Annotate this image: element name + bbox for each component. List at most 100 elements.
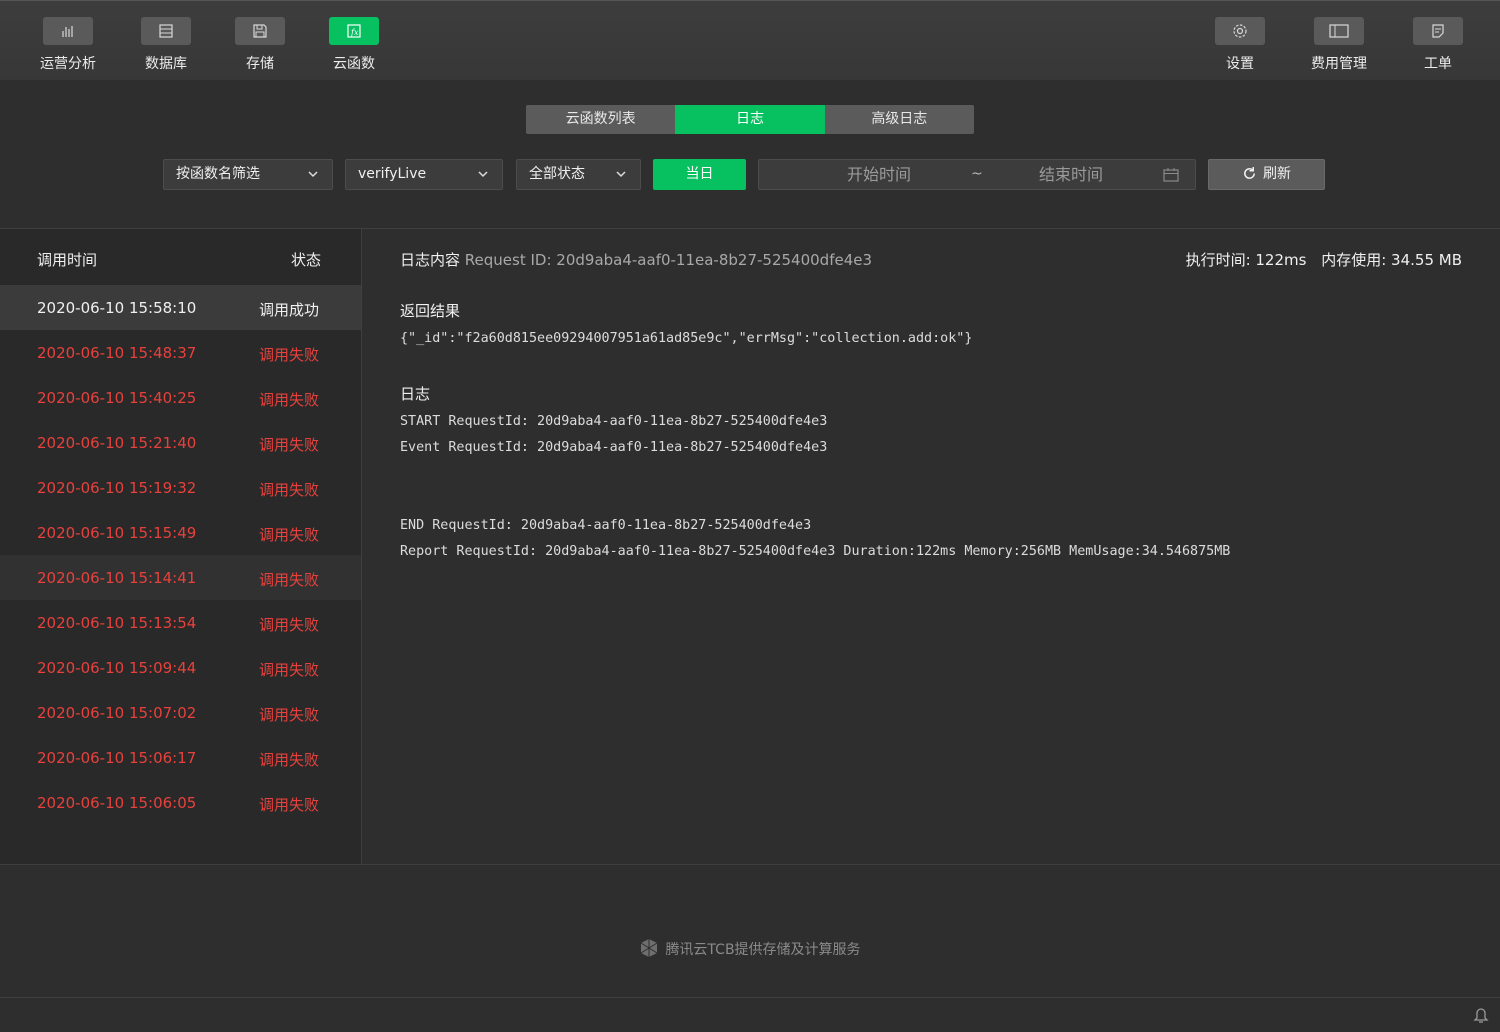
toolbar-settings-button[interactable]: 设置 bbox=[1190, 17, 1290, 73]
status-select[interactable]: 全部状态 bbox=[516, 159, 641, 190]
floppy-disk-icon bbox=[235, 17, 285, 45]
invoke-time: 2020-06-10 15:07:02 bbox=[37, 704, 197, 722]
log-section-title: 日志 bbox=[400, 385, 431, 403]
log-title-label: 日志内容 bbox=[400, 251, 461, 269]
toolbar-label: 运营分析 bbox=[40, 56, 96, 72]
tab-function-list[interactable]: 云函数列表 bbox=[526, 105, 676, 134]
refresh-label: 刷新 bbox=[1263, 166, 1291, 182]
header-status: 状态 bbox=[291, 251, 322, 269]
invoke-status: 调用失败 bbox=[259, 571, 320, 589]
tencent-cloud-logo-icon bbox=[641, 939, 658, 957]
list-item[interactable]: 2020-06-10 15:48:37 调用失败 bbox=[0, 330, 361, 375]
today-button[interactable]: 当日 bbox=[653, 159, 746, 190]
list-item[interactable]: 2020-06-10 15:14:41 调用失败 bbox=[0, 555, 361, 600]
invoke-time: 2020-06-10 15:14:41 bbox=[37, 569, 197, 587]
refresh-icon bbox=[1244, 166, 1255, 179]
tab-advanced-logs[interactable]: 高级日志 bbox=[824, 105, 974, 134]
list-item[interactable]: 2020-06-10 15:06:17 调用失败 bbox=[0, 735, 361, 780]
toolbar-analytics-button[interactable]: 运营分析 bbox=[18, 17, 118, 73]
function-icon: fx bbox=[329, 17, 379, 45]
top-toolbar: 运营分析 数据库 存储 fx 云函数 设置 费用管理 工单 bbox=[0, 0, 1500, 80]
list-item[interactable]: 2020-06-10 15:06:05 调用失败 bbox=[0, 780, 361, 825]
function-name-select[interactable]: verifyLive bbox=[345, 159, 503, 190]
invoke-status: 调用失败 bbox=[259, 391, 320, 409]
invoke-time: 2020-06-10 15:19:32 bbox=[37, 479, 197, 497]
invoke-status: 调用失败 bbox=[259, 616, 320, 634]
divider bbox=[0, 864, 1500, 865]
toolbar-storage-button[interactable]: 存储 bbox=[210, 17, 310, 73]
chevron-down-icon bbox=[308, 171, 318, 178]
memory-usage: 内存使用: 34.55 MB bbox=[1321, 251, 1462, 269]
list-header: 调用时间 状态 bbox=[0, 229, 361, 285]
invoke-status: 调用失败 bbox=[259, 346, 320, 364]
toolbar-label: 存储 bbox=[246, 56, 274, 72]
toolbar-ticket-button[interactable]: 工单 bbox=[1388, 17, 1488, 73]
database-icon bbox=[141, 17, 191, 45]
date-range-picker[interactable]: 开始时间 ~ 结束时间 bbox=[758, 159, 1196, 190]
refresh-button[interactable]: 刷新 bbox=[1208, 159, 1325, 190]
calendar-icon bbox=[1163, 168, 1179, 182]
billing-icon bbox=[1314, 17, 1364, 45]
gear-icon bbox=[1215, 17, 1265, 45]
invoke-time: 2020-06-10 15:06:17 bbox=[37, 749, 197, 767]
invoke-time: 2020-06-10 15:58:10 bbox=[37, 299, 197, 317]
list-item[interactable]: 2020-06-10 15:58:10 调用成功 bbox=[0, 285, 361, 330]
invocation-list: 调用时间 状态 2020-06-10 15:58:10 调用成功 2020-06-1… bbox=[0, 229, 362, 864]
list-item[interactable]: 2020-06-10 15:15:49 调用失败 bbox=[0, 510, 361, 555]
toolbar-database-button[interactable]: 数据库 bbox=[116, 17, 216, 73]
list-item[interactable]: 2020-06-10 15:19:32 调用失败 bbox=[0, 465, 361, 510]
invoke-status: 调用失败 bbox=[259, 436, 320, 454]
toolbar-functions-button[interactable]: fx 云函数 bbox=[304, 17, 404, 73]
invoke-time: 2020-06-10 15:40:25 bbox=[37, 389, 197, 407]
ticket-icon bbox=[1413, 17, 1463, 45]
request-id: Request ID: 20d9aba4-aaf0-11ea-8b27-5254… bbox=[464, 251, 873, 269]
start-time-placeholder: 开始时间 bbox=[847, 165, 912, 184]
log-content-title: 日志内容 Request ID: 20d9aba4-aaf0-11ea-8b27… bbox=[400, 249, 872, 270]
status-select-value: 全部状态 bbox=[529, 166, 585, 182]
result-json: {"_id":"f2a60d815ee09294007951a61ad85e9c… bbox=[400, 331, 973, 346]
log-line: START RequestId: 20d9aba4-aaf0-11ea-8b27… bbox=[400, 414, 828, 429]
invoke-status: 调用成功 bbox=[259, 301, 320, 319]
function-filter-select[interactable]: 按函数名筛选 bbox=[163, 159, 333, 190]
invoke-time: 2020-06-10 15:06:05 bbox=[37, 794, 197, 812]
invoke-time: 2020-06-10 15:48:37 bbox=[37, 344, 197, 362]
bar-chart-icon bbox=[43, 17, 93, 45]
execution-stats: 执行时间: 122ms 内存使用: 34.55 MB bbox=[1176, 249, 1462, 270]
invoke-time: 2020-06-10 15:15:49 bbox=[37, 524, 197, 542]
date-range-separator: ~ bbox=[971, 166, 983, 182]
end-time-placeholder: 结束时间 bbox=[1039, 165, 1104, 184]
chevron-down-icon bbox=[478, 171, 488, 178]
list-item[interactable]: 2020-06-10 15:21:40 调用失败 bbox=[0, 420, 361, 465]
invoke-time: 2020-06-10 15:09:44 bbox=[37, 659, 197, 677]
log-line: Event RequestId: 20d9aba4-aaf0-11ea-8b27… bbox=[400, 440, 828, 455]
toolbar-label: 费用管理 bbox=[1311, 56, 1367, 72]
result-title: 返回结果 bbox=[400, 302, 461, 320]
invoke-time: 2020-06-10 15:13:54 bbox=[37, 614, 197, 632]
invoke-status: 调用失败 bbox=[259, 706, 320, 724]
chevron-down-icon bbox=[616, 171, 626, 178]
invoke-status: 调用失败 bbox=[259, 526, 320, 544]
toolbar-label: 工单 bbox=[1424, 56, 1452, 72]
list-item[interactable]: 2020-06-10 15:07:02 调用失败 bbox=[0, 690, 361, 735]
list-item[interactable]: 2020-06-10 15:09:44 调用失败 bbox=[0, 645, 361, 690]
list-item[interactable]: 2020-06-10 15:13:54 调用失败 bbox=[0, 600, 361, 645]
tab-bar: 云函数列表 日志 高级日志 bbox=[526, 105, 974, 134]
divider bbox=[0, 997, 1500, 998]
svg-text:fx: fx bbox=[350, 28, 359, 37]
header-invoke-time: 调用时间 bbox=[37, 251, 98, 269]
invoke-status: 调用失败 bbox=[259, 751, 320, 769]
invoke-time: 2020-06-10 15:21:40 bbox=[37, 434, 197, 452]
invoke-status: 调用失败 bbox=[259, 661, 320, 679]
footer-text: 腾讯云TCB提供存储及计算服务 bbox=[665, 942, 861, 958]
invoke-status: 调用失败 bbox=[259, 481, 320, 499]
bell-icon[interactable] bbox=[1473, 1007, 1489, 1024]
footer: 腾讯云TCB提供存储及计算服务 bbox=[0, 938, 1500, 959]
toolbar-billing-button[interactable]: 费用管理 bbox=[1289, 17, 1389, 73]
function-filter-value: 按函数名筛选 bbox=[176, 166, 260, 182]
invoke-status: 调用失败 bbox=[259, 796, 320, 814]
exec-time: 执行时间: 122ms bbox=[1185, 251, 1307, 269]
tab-logs[interactable]: 日志 bbox=[675, 105, 825, 134]
log-line: Report RequestId: 20d9aba4-aaf0-11ea-8b2… bbox=[400, 544, 1231, 559]
list-item[interactable]: 2020-06-10 15:40:25 调用失败 bbox=[0, 375, 361, 420]
list-rows: 2020-06-10 15:58:10 调用成功 2020-06-10 15:48:… bbox=[0, 285, 361, 825]
